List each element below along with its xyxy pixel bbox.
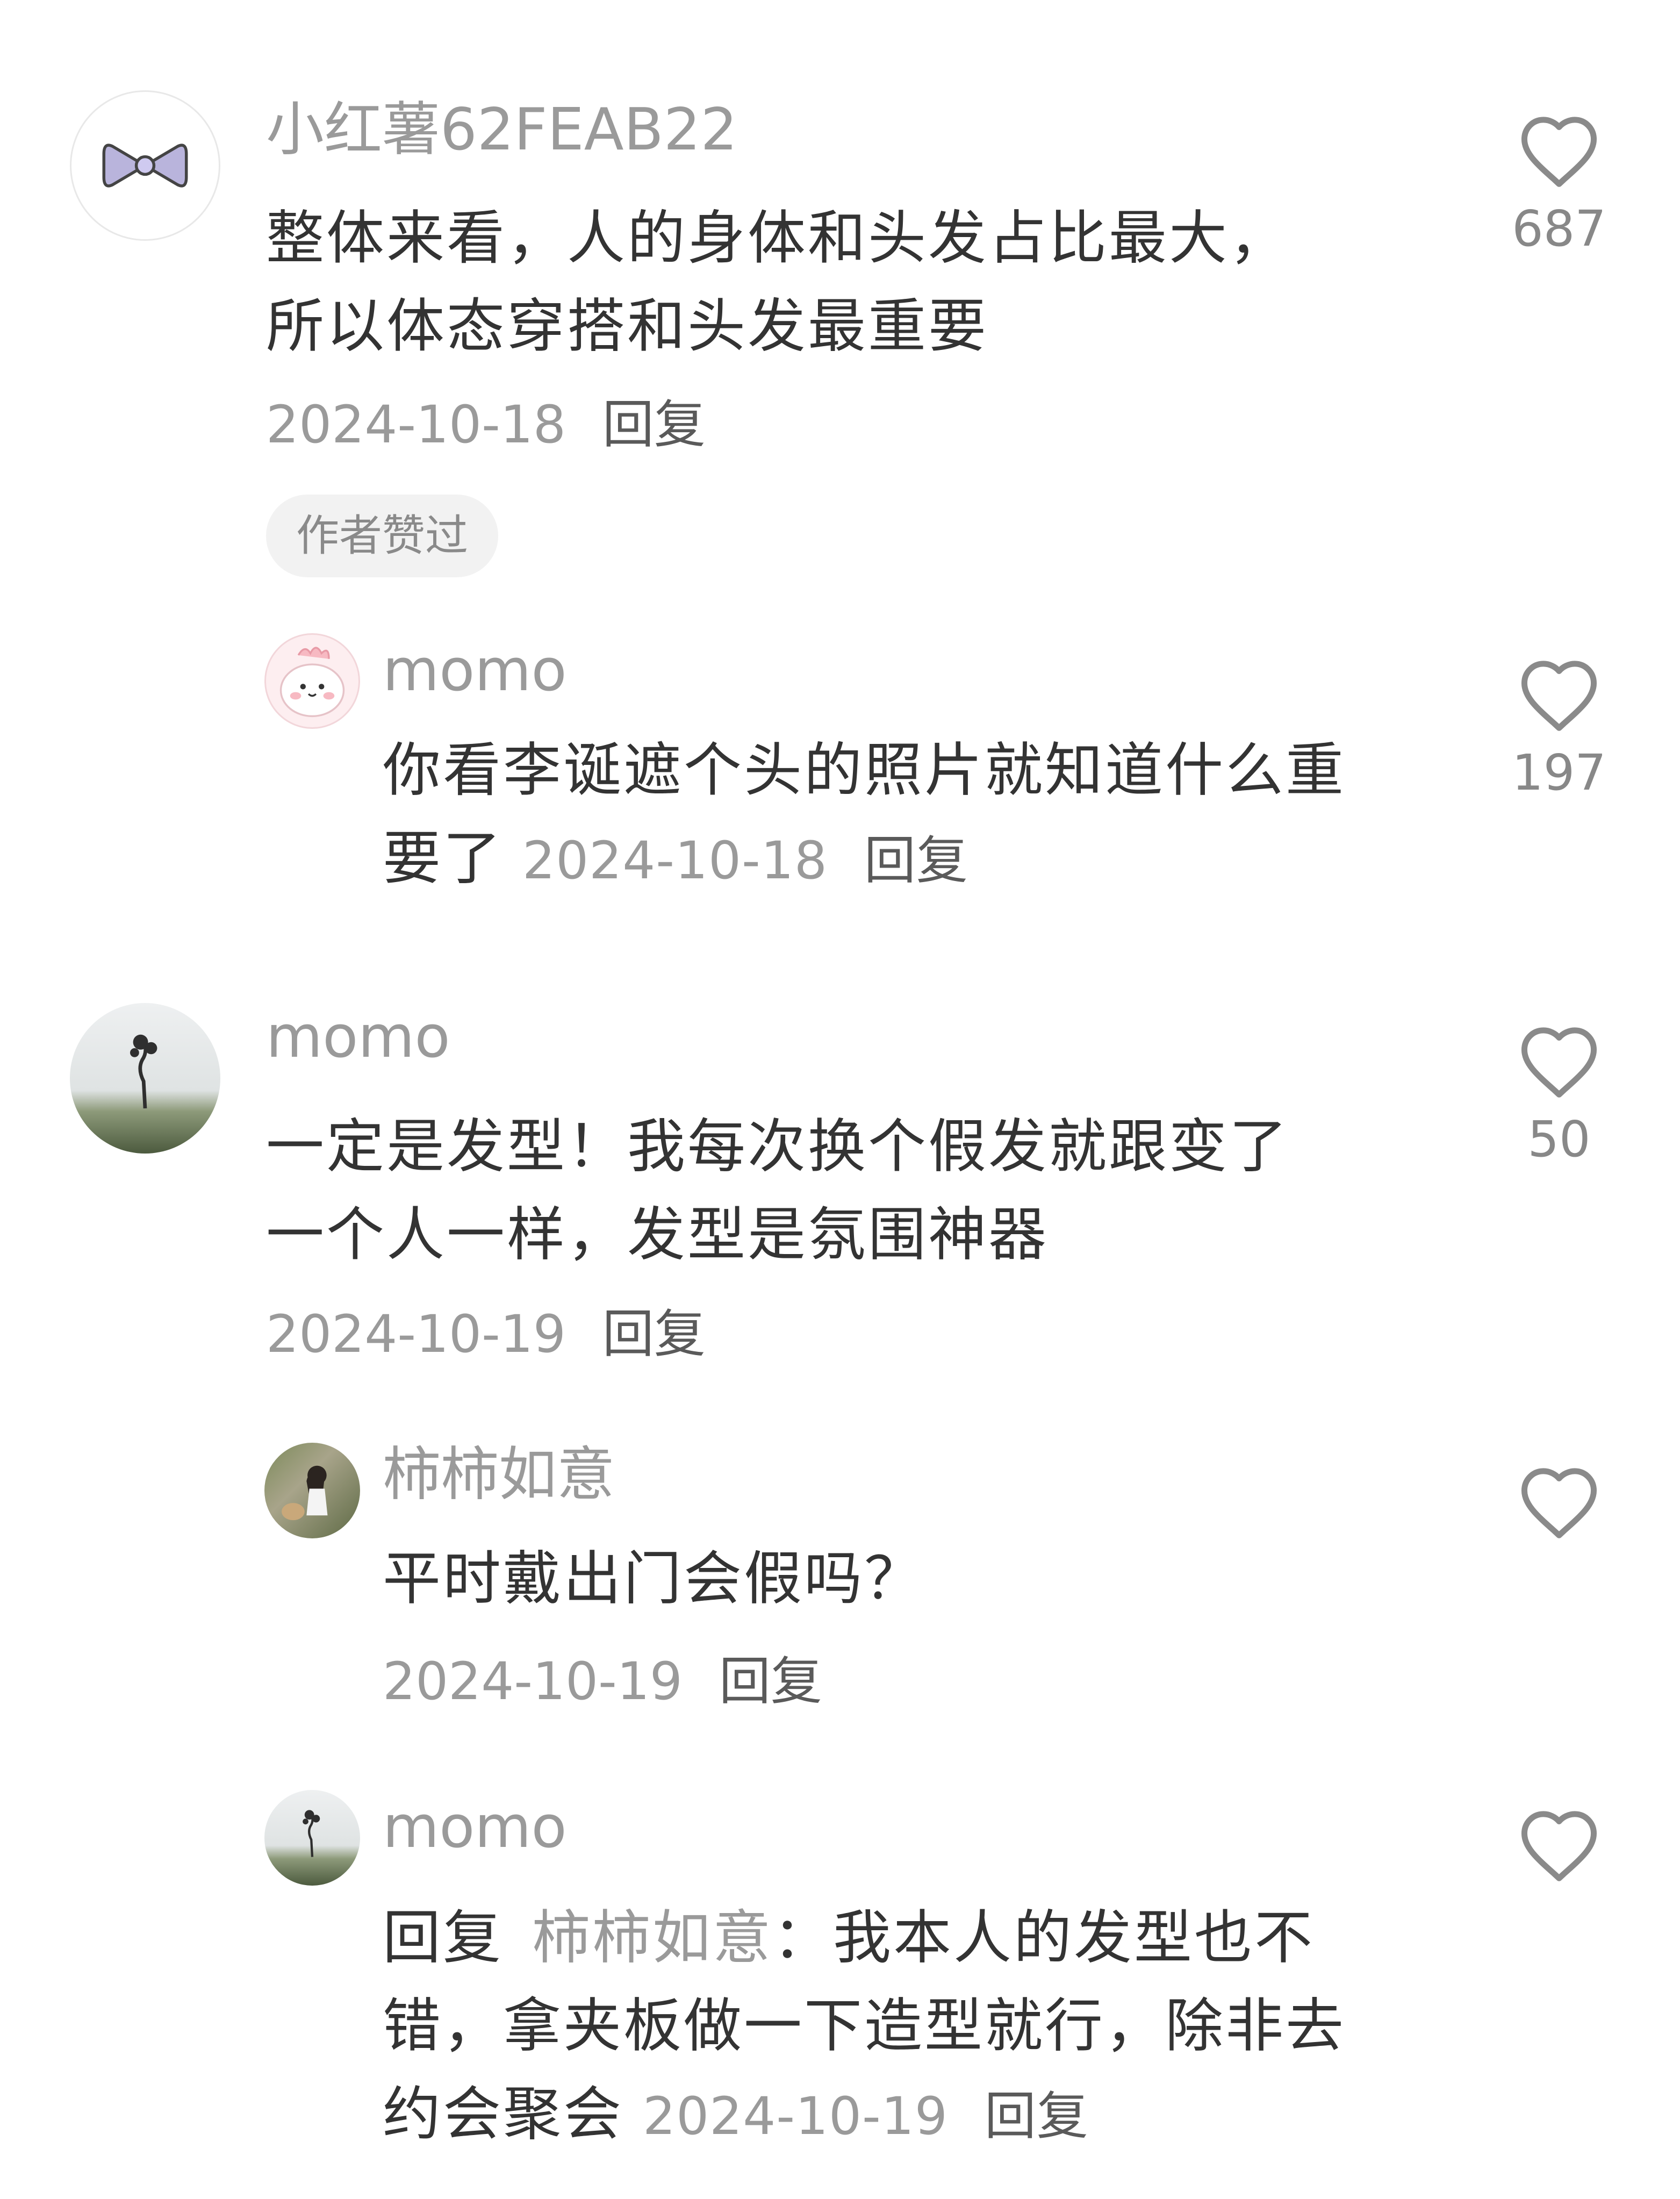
like-button[interactable]: 687 xyxy=(1508,113,1610,254)
avatar[interactable] xyxy=(264,1790,360,1886)
username[interactable]: momo xyxy=(383,1799,567,1857)
heart-icon xyxy=(1521,117,1597,187)
avatar[interactable] xyxy=(264,1443,360,1538)
person-photo-icon xyxy=(282,1465,328,1521)
username[interactable]: 小红薯62FEAB22 xyxy=(266,101,737,159)
like-button[interactable] xyxy=(1508,1464,1610,1556)
like-button[interactable]: 50 xyxy=(1508,1023,1610,1164)
bow-icon xyxy=(102,144,188,188)
reply-button[interactable]: 回复 xyxy=(602,395,706,455)
reply-button[interactable]: 回复 xyxy=(864,830,968,891)
comment-meta: 2024-10-18 回复 xyxy=(266,399,706,450)
reply-to-username[interactable]: 柿柿如意 xyxy=(532,1904,773,1972)
reply-button[interactable]: 回复 xyxy=(602,1304,706,1364)
like-count: 50 xyxy=(1527,1111,1591,1168)
heart-icon xyxy=(1521,1468,1597,1538)
like-count: 197 xyxy=(1512,744,1606,801)
heart-icon xyxy=(1521,1027,1597,1098)
avatar[interactable] xyxy=(264,633,360,729)
comment-meta: 2024-10-19 回复 xyxy=(383,1656,822,1707)
heart-icon xyxy=(1521,661,1597,731)
comment-text-line: 所以体态穿搭和头发最重要 xyxy=(266,293,989,360)
username[interactable]: 柿柿如意 xyxy=(383,1446,615,1504)
comment-text-line: 要了 2024-10-18 回复 xyxy=(383,815,1447,905)
reply-prefix: 回复 xyxy=(383,1904,504,1972)
avatar[interactable] xyxy=(70,90,220,241)
comment-text-line: 你看李诞遮个头的照片就知道什么重 xyxy=(383,737,1346,804)
comment-text: 平时戴出门会假吗？ xyxy=(383,1535,1447,1623)
author-liked-badge: 作者赞过 xyxy=(266,495,498,577)
reply-button[interactable]: 回复 xyxy=(985,2086,1089,2146)
comment-date: 2024-10-19 xyxy=(383,1651,683,1711)
tree-icon xyxy=(130,1034,157,1109)
comment-meta: 2024-10-19 回复 xyxy=(266,1308,706,1360)
username[interactable]: momo xyxy=(383,642,567,700)
comment-text-line: 平时戴出门会假吗？ xyxy=(383,1545,925,1613)
avatar[interactable] xyxy=(70,1003,220,1154)
like-button[interactable]: 197 xyxy=(1508,657,1610,798)
comment-date: 2024-10-18 xyxy=(522,830,828,891)
comment-date: 2024-10-19 xyxy=(266,1304,566,1364)
comment-text-line: 整体来看，人的身体和头发占比最大， xyxy=(266,205,1290,272)
comment-text-line: 一个人一样，发型是氛围神器 xyxy=(266,1201,1049,1269)
reply-colon: ： xyxy=(773,1904,834,1972)
reply-button[interactable]: 回复 xyxy=(719,1651,822,1711)
comment-text: 一定是发型！我每次换个假发就跟变了 一个人一样，发型是氛围神器 xyxy=(266,1103,1481,1279)
comment-text-line: 一定是发型！我每次换个假发就跟变了 xyxy=(266,1113,1290,1180)
like-button[interactable] xyxy=(1508,1807,1610,1899)
comment-text: 回复 柿柿如意：我本人的发型也不 错，拿夹板做一下造型就行，除非去 约会聚会 202… xyxy=(383,1894,1447,2160)
comment-text: 整体来看，人的身体和头发占比最大， 所以体态穿搭和头发最重要 xyxy=(266,195,1481,371)
comment-date: 2024-10-19 xyxy=(643,2086,948,2146)
like-count: 687 xyxy=(1512,200,1606,257)
comment-text-tail: 要了 xyxy=(383,825,504,892)
comment-text: 你看李诞遮个头的照片就知道什么重 要了 2024-10-18 回复 xyxy=(383,727,1447,905)
comment-text-line: 约会聚会 2024-10-19 回复 xyxy=(383,2071,1447,2160)
comment-text-tail: 约会聚会 xyxy=(383,2081,624,2148)
tree-icon xyxy=(303,1810,320,1857)
comment-text-line: 回复 柿柿如意：我本人的发型也不 xyxy=(383,1894,1447,1982)
comment-text-line: 错，拿夹板做一下造型就行，除非去 xyxy=(383,1993,1346,2060)
comment-text-part: 我本人的发型也不 xyxy=(833,1904,1315,1972)
heart-icon xyxy=(1521,1811,1597,1881)
username[interactable]: momo xyxy=(266,1008,450,1066)
cartoon-face-icon xyxy=(279,647,345,718)
comment-date: 2024-10-18 xyxy=(266,395,566,455)
